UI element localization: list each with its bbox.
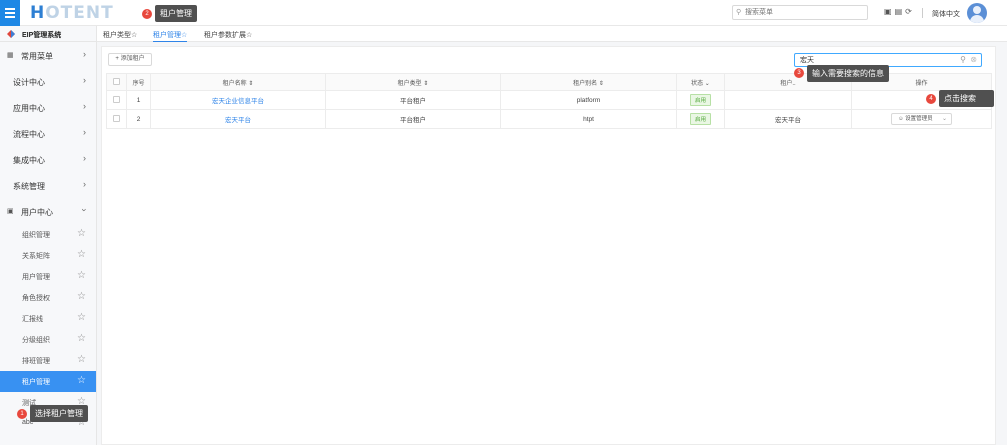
logo: HOTENT <box>30 3 114 23</box>
sidebar: EIP管理系统 ▦ 常用菜单 › 设计中心 › 应用中心 › 流程中心 › 集成… <box>0 26 97 445</box>
tab-tenant-param[interactable]: 租户参数扩展☆ <box>204 30 252 40</box>
sidebar-item-user-center[interactable]: ▣ 用户中心 › <box>0 198 96 224</box>
search-icon[interactable]: ⚲ <box>960 55 966 64</box>
sidebar-subitem-report-line[interactable]: 汇报线 ☆ <box>0 308 96 329</box>
row-index: 2 <box>126 109 151 129</box>
tab-tenant-manage[interactable]: 租户管理☆ <box>153 30 188 42</box>
sidebar-subitem-matrix[interactable]: 关系矩阵 ☆ <box>0 245 96 266</box>
col-name[interactable]: 租户名称 ⇕ <box>150 73 326 91</box>
refresh-icon[interactable]: ⟳ <box>905 7 915 16</box>
set-admin-dropdown[interactable]: ☺ 设置管理员 ⌄ <box>891 113 952 125</box>
sidebar-subitem-schedule[interactable]: 排班管理 ☆ <box>0 350 96 371</box>
tooltip-step-3: 输入需要搜索的信息 <box>807 65 889 82</box>
step-marker-2: 2 <box>142 9 152 19</box>
main-content: 租户类型☆ 租户管理☆ 租户参数扩展☆ + 添加租户 ⚲ ⊗ 序号 租户名称 ⇕… <box>97 26 1007 445</box>
eip-logo-icon <box>7 30 15 38</box>
tooltip-step-4: 点击搜索 <box>939 90 994 107</box>
chevron-right-icon: › <box>83 179 86 189</box>
add-tenant-button[interactable]: + 添加租户 <box>108 53 152 66</box>
star-icon[interactable]: ☆ <box>77 354 86 365</box>
chevron-right-icon: › <box>83 101 86 111</box>
star-icon[interactable]: ☆ <box>77 333 86 344</box>
sidebar-subitem-tenant[interactable]: 租户管理 ☆ <box>0 371 96 392</box>
sidebar-item-process[interactable]: 流程中心 › <box>0 120 96 146</box>
system-title: EIP管理系统 <box>0 26 96 42</box>
chevron-right-icon: › <box>83 153 86 163</box>
chevron-right-icon: › <box>83 75 86 85</box>
col-status[interactable]: 状态 ⌄ <box>676 73 725 91</box>
sidebar-item-system[interactable]: 系统管理 › <box>0 172 96 198</box>
menu-search-input[interactable] <box>745 6 865 19</box>
sidebar-item-design[interactable]: 设计中心 › <box>0 68 96 94</box>
tenant-panel: + 添加租户 ⚲ ⊗ 序号 租户名称 ⇕ 租户类型 ⇕ 租户别名 ⇕ 状态 ⌄ … <box>101 46 996 445</box>
table-row: 2 宏天平台 平台租户 htpt 启用 宏天平台 ☺ 设置管理员 ⌄ <box>106 109 992 129</box>
monitor-icon[interactable]: ▣ <box>884 7 895 16</box>
tenant-type: 平台租户 <box>325 90 501 110</box>
sidebar-item-application[interactable]: 应用中心 › <box>0 94 96 120</box>
status-badge: 启用 <box>689 94 711 106</box>
hamburger-menu-icon[interactable] <box>0 0 20 26</box>
tenant-extra <box>724 90 852 110</box>
tenant-alias: platform <box>500 90 677 110</box>
star-icon[interactable]: ☆ <box>77 375 86 386</box>
chevron-down-icon: ⌄ <box>941 116 947 122</box>
sidebar-subitem-grade-org[interactable]: 分级组织 ☆ <box>0 329 96 350</box>
sidebar-subitem-org[interactable]: 组织管理 ☆ <box>0 224 96 245</box>
step-marker-4: 4 <box>926 94 936 104</box>
user-icon: ☺ <box>898 116 904 122</box>
star-icon: ☆ <box>131 32 138 39</box>
tenant-type: 平台租户 <box>325 109 501 129</box>
sidebar-subitem-roles[interactable]: 角色授权 ☆ <box>0 287 96 308</box>
step-marker-3: 3 <box>794 68 804 78</box>
row-index: 1 <box>126 90 151 110</box>
table-row: 1 宏天企业信息平台 平台租户 platform 启用 <box>106 90 992 110</box>
avatar[interactable] <box>967 3 987 23</box>
row-checkbox[interactable] <box>113 96 120 104</box>
tenant-alias: htpt <box>500 109 677 129</box>
col-alias[interactable]: 租户别名 ⇕ <box>500 73 677 91</box>
col-type[interactable]: 租户类型 ⇕ <box>325 73 501 91</box>
star-icon[interactable]: ☆ <box>77 228 86 239</box>
search-icon: ⚲ <box>736 9 742 16</box>
star-icon: ☆ <box>181 32 188 39</box>
tab-tenant-type[interactable]: 租户类型☆ <box>103 30 137 40</box>
header-divider <box>922 8 923 18</box>
select-all-checkbox[interactable] <box>113 78 120 86</box>
sidebar-item-frequent[interactable]: ▦ 常用菜单 › <box>0 42 96 68</box>
step-marker-1: 1 <box>17 409 27 419</box>
monitor-icon: ▣ <box>7 208 14 215</box>
row-checkbox[interactable] <box>113 115 120 123</box>
menu-search-field[interactable]: ⚲ <box>732 5 868 20</box>
star-icon[interactable]: ☆ <box>77 270 86 281</box>
status-badge: 启用 <box>689 113 711 125</box>
language-switch[interactable]: 简体中文 <box>932 9 960 19</box>
grid-icon: ▦ <box>7 52 14 59</box>
fullscreen-icon[interactable]: ▤ <box>895 7 906 16</box>
tenant-name-link[interactable]: 宏天企业信息平台 <box>212 98 264 105</box>
chevron-down-icon: › <box>79 208 90 212</box>
sidebar-item-integration[interactable]: 集成中心 › <box>0 146 96 172</box>
chevron-right-icon: › <box>83 127 86 137</box>
tenant-name-link[interactable]: 宏天平台 <box>225 117 251 124</box>
tooltip-step-2: 租户管理 <box>155 5 197 22</box>
chevron-right-icon: › <box>83 49 86 59</box>
tab-bar: 租户类型☆ 租户管理☆ 租户参数扩展☆ <box>97 26 1007 42</box>
star-icon: ☆ <box>246 32 253 39</box>
sidebar-subitem-users[interactable]: 用户管理 ☆ <box>0 266 96 287</box>
tenant-extra: 宏天平台 <box>724 109 852 129</box>
col-index: 序号 <box>126 73 151 91</box>
star-icon[interactable]: ☆ <box>77 291 86 302</box>
header-icons: ▣▤⟳ <box>884 7 915 16</box>
star-icon[interactable]: ☆ <box>77 249 86 260</box>
star-icon[interactable]: ☆ <box>77 312 86 323</box>
tooltip-step-1: 选择租户管理 <box>30 405 88 422</box>
clear-icon[interactable]: ⊗ <box>970 55 977 64</box>
